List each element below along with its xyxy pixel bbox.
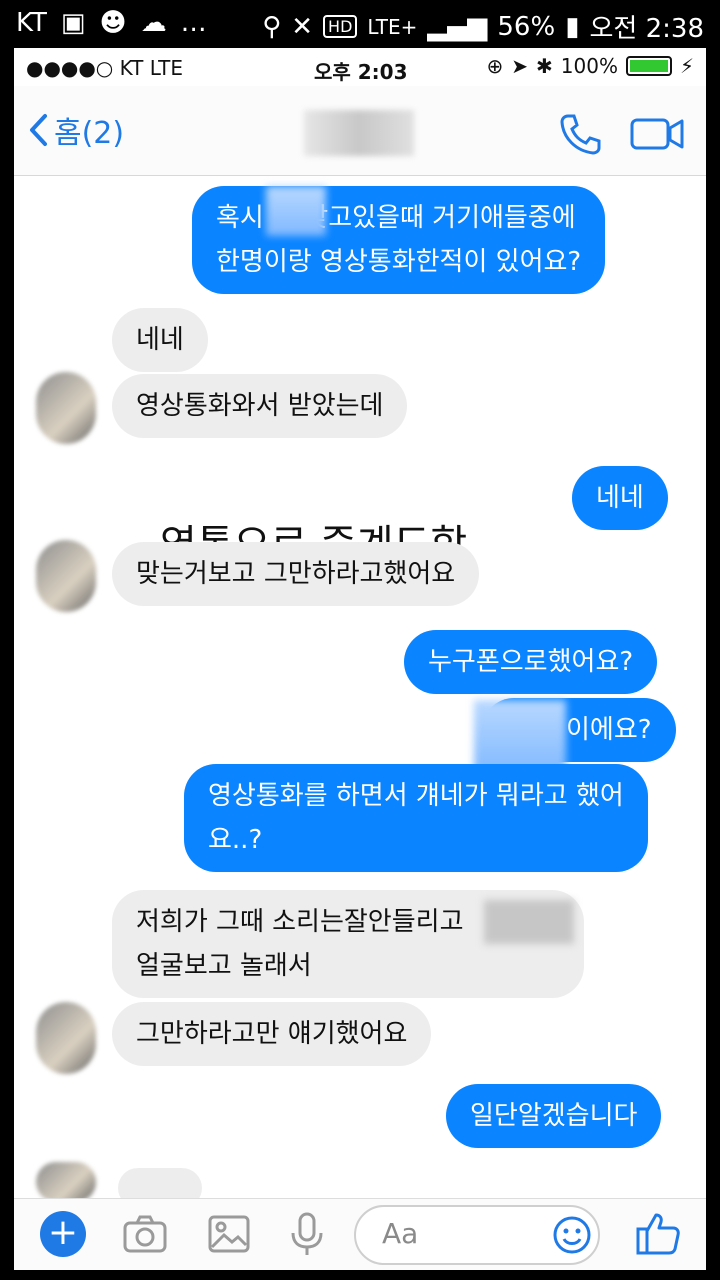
message-text: 일단알겠습니다: [470, 1101, 638, 1131]
contact-avatar[interactable]: [36, 1002, 96, 1074]
message-incoming[interactable]: 맞는거보고 그만하라고했어요: [112, 542, 480, 606]
message-outgoing[interactable]: 누구폰으로했어요?: [404, 630, 658, 694]
messenger-screen: ●●●●○ KT LTE 오후 2:03 ⊕ ➤ ✱ 100% ⚡ 홈(2) 혹…: [14, 48, 706, 1270]
message-outgoing[interactable]: 네네: [572, 466, 668, 530]
gallery-icon: ▣: [60, 8, 86, 38]
microphone-icon[interactable]: [284, 1211, 330, 1257]
conversation-header: 홈(2): [14, 86, 706, 176]
video-call-icon[interactable]: [630, 116, 684, 152]
mute-icon: ✕: [291, 11, 314, 42]
message-incoming[interactable]: 영상통화와서 받았는데: [112, 374, 408, 438]
contact-name-redacted[interactable]: [304, 110, 414, 156]
gallery-icon[interactable]: [206, 1211, 252, 1257]
message-composer: + Aa: [14, 1198, 706, 1270]
battery-icon: ▮: [565, 11, 580, 42]
charging-icon: ⚡: [679, 54, 694, 78]
back-label: 홈(2): [54, 116, 125, 151]
message-text: 요..?: [208, 825, 263, 855]
android-status-bar: KT ▣ ☻ ☁ … ⚲ ✕ HD LTE+ ▂▄▆ 56% ▮ 오전 2:38: [0, 0, 720, 48]
message-text: 영상통화를 하면서 걔네가 뭐라고 했어: [208, 781, 624, 811]
battery-percent: 56%: [497, 11, 556, 42]
redacted-text: [484, 900, 574, 944]
emoji-icon[interactable]: [552, 1215, 592, 1255]
message-text: 한명이랑 영상통화한적이 있어요?: [216, 247, 582, 277]
camera-icon[interactable]: [122, 1211, 168, 1257]
more-notifications-icon: …: [180, 8, 207, 38]
signal-icon: ▂▄▆: [427, 11, 488, 42]
message-text: 누구폰으로했어요?: [428, 647, 634, 677]
message-outgoing[interactable]: 혹시 이 맞고있을때 거기애들중에 한명이랑 영상통화한적이 있어요?: [192, 186, 606, 294]
ios-battery-icon: [625, 56, 672, 76]
redacted-name: [266, 186, 326, 236]
message-text: 얼굴보고 놀래서: [136, 951, 312, 981]
message-text: 저희가 그때 소리는잘안들리고: [136, 907, 464, 937]
message-text: 네네: [596, 483, 644, 513]
time-label: 오전 2:38: [589, 14, 705, 44]
message-outgoing[interactable]: 일단알겠습니다: [446, 1084, 662, 1148]
message-text: 그만하라고만 얘기했어요: [136, 1019, 408, 1049]
like-thumb-icon[interactable]: [634, 1209, 682, 1257]
message-outgoing[interactable]: 영상통화를 하면서 걔네가 뭐라고 했어 요..?: [184, 764, 648, 872]
input-placeholder: Aa: [382, 1217, 419, 1250]
message-text: 맞는거보고 그만하라고했어요: [136, 559, 456, 589]
message-incoming[interactable]: 그만하라고만 얘기했어요: [112, 1002, 432, 1066]
hd-icon: HD: [323, 15, 358, 38]
message-text: 영상통화와서 받았는데: [136, 391, 384, 421]
ios-carrier: ●●●●○ KT LTE: [26, 56, 183, 80]
location-icon: ⚲: [262, 11, 282, 42]
ios-battery-percent: 100%: [560, 54, 618, 78]
message-incoming[interactable]: 네네: [112, 308, 208, 372]
rotation-lock-icon: ⊕: [486, 54, 504, 78]
phone-call-icon[interactable]: [558, 112, 602, 156]
location-arrow-icon: ➤: [511, 54, 528, 78]
carrier-label: KT: [16, 8, 47, 38]
bluetooth-icon: ✱: [536, 54, 553, 78]
message-text: 네네: [136, 325, 184, 355]
contact-avatar[interactable]: [36, 372, 96, 444]
cloud-icon: ☁: [140, 8, 167, 38]
plus-button[interactable]: +: [40, 1211, 86, 1257]
back-button[interactable]: 홈(2): [28, 108, 124, 152]
message-list[interactable]: 혹시 이 맞고있을때 거기애들중에 한명이랑 영상통화한적이 있어요? 네네 영…: [14, 176, 706, 1208]
message-input[interactable]: Aa: [354, 1205, 600, 1265]
ios-time: 오후 2:03: [314, 60, 408, 84]
contact-avatar[interactable]: [36, 540, 96, 612]
contact-avatar[interactable]: [36, 1162, 96, 1202]
network-label: LTE+: [367, 14, 418, 39]
chevron-left-icon: [30, 114, 47, 146]
app-icon: ☻: [99, 8, 127, 38]
message-text: 이에요?: [566, 715, 652, 745]
ios-status-bar: ●●●●○ KT LTE 오후 2:03 ⊕ ➤ ✱ 100% ⚡: [14, 48, 706, 86]
